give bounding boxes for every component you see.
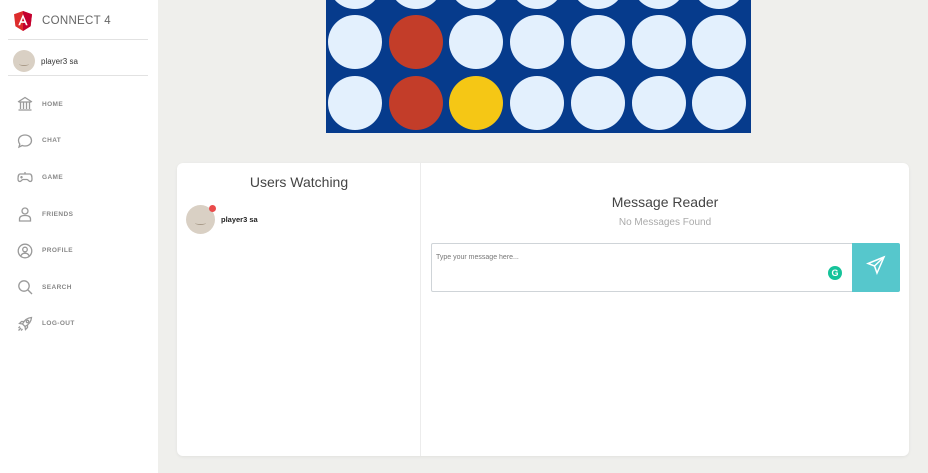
sidebar-item-label: CHAT xyxy=(42,137,62,145)
user-icon xyxy=(16,205,34,223)
sidebar-item-label: GAME xyxy=(42,173,64,181)
board-slot-empty[interactable] xyxy=(570,15,625,69)
grammarly-icon[interactable]: G xyxy=(828,266,842,280)
board-slot-empty[interactable] xyxy=(631,0,686,9)
board-slot-empty[interactable] xyxy=(631,15,686,69)
board-slot-empty[interactable] xyxy=(570,0,625,9)
sidebar-item-chat[interactable]: CHAT xyxy=(0,123,158,160)
sidebar-item-profile[interactable]: PROFILE xyxy=(0,232,158,269)
watchers-title: Users Watching xyxy=(249,174,349,190)
send-icon xyxy=(865,255,886,280)
app-title: CONNECT 4 xyxy=(42,15,111,27)
board-slot-empty[interactable] xyxy=(510,76,565,130)
board-slot-empty[interactable] xyxy=(510,0,565,9)
sidebar-item-label: FRIENDS xyxy=(42,210,74,218)
board-slot-red[interactable] xyxy=(388,76,443,130)
board-slot-empty[interactable] xyxy=(328,15,382,69)
board-slot-empty[interactable] xyxy=(388,0,443,9)
user-name: player3 sa xyxy=(41,56,78,66)
board-slot-empty[interactable] xyxy=(570,76,625,130)
watchers-section: Users Watching player3 sa xyxy=(177,163,421,456)
board-slot-empty[interactable] xyxy=(510,15,565,69)
send-message-button[interactable] xyxy=(852,243,900,292)
board-slot-empty[interactable] xyxy=(449,15,504,69)
search-icon xyxy=(16,278,34,296)
board-slot-empty[interactable] xyxy=(449,0,504,9)
sidebar-item-label: PROFILE xyxy=(42,247,73,255)
watcher-name: player3 sa xyxy=(221,215,258,224)
sidebar-item-search[interactable]: SEARCH xyxy=(0,269,158,306)
sidebar: CONNECT 4 player3 sa HOME CHAT GAME FRIE… xyxy=(0,0,158,473)
board-slot-empty[interactable] xyxy=(692,0,747,9)
message-reader-title: Message Reader xyxy=(611,194,719,210)
game-info-panel: Users Watching player3 sa Message Reader… xyxy=(177,163,909,456)
chat-icon xyxy=(16,132,34,150)
gamepad-icon xyxy=(16,168,34,186)
divider xyxy=(8,75,148,76)
angular-logo-icon xyxy=(14,11,32,31)
rocket-icon xyxy=(16,315,34,333)
profile-icon xyxy=(16,242,34,260)
sidebar-item-label: HOME xyxy=(42,100,64,108)
board-slot-empty[interactable] xyxy=(328,76,382,130)
sidebar-item-logout[interactable]: LOG-OUT xyxy=(0,306,158,343)
avatar xyxy=(13,50,35,72)
current-user[interactable]: player3 sa xyxy=(13,50,78,72)
board-slot-empty[interactable] xyxy=(692,76,747,130)
sidebar-item-label: SEARCH xyxy=(42,283,72,291)
board-slot-red[interactable] xyxy=(388,15,443,69)
message-input-box: G xyxy=(431,243,854,292)
sidebar-item-game[interactable]: GAME xyxy=(0,159,158,196)
board-slot-empty[interactable] xyxy=(328,0,382,9)
sidebar-nav: HOME CHAT GAME FRIENDS PROFILE SEARCH LO… xyxy=(0,86,158,342)
empty-messages-text: No Messages Found xyxy=(618,217,712,228)
sidebar-item-label: LOG-OUT xyxy=(42,320,75,328)
divider xyxy=(8,39,148,40)
online-status-badge xyxy=(209,205,216,212)
board-slot-yellow[interactable] xyxy=(449,76,504,130)
message-input[interactable] xyxy=(436,250,816,264)
brand[interactable]: CONNECT 4 xyxy=(14,10,111,32)
board-slot-empty[interactable] xyxy=(631,76,686,130)
game-board[interactable] xyxy=(326,0,751,133)
sidebar-item-home[interactable]: HOME xyxy=(0,86,158,123)
home-icon xyxy=(16,95,34,113)
sidebar-item-friends[interactable]: FRIENDS xyxy=(0,196,158,233)
watcher-list-item[interactable]: player3 sa xyxy=(186,205,258,234)
board-slot-empty[interactable] xyxy=(692,15,747,69)
